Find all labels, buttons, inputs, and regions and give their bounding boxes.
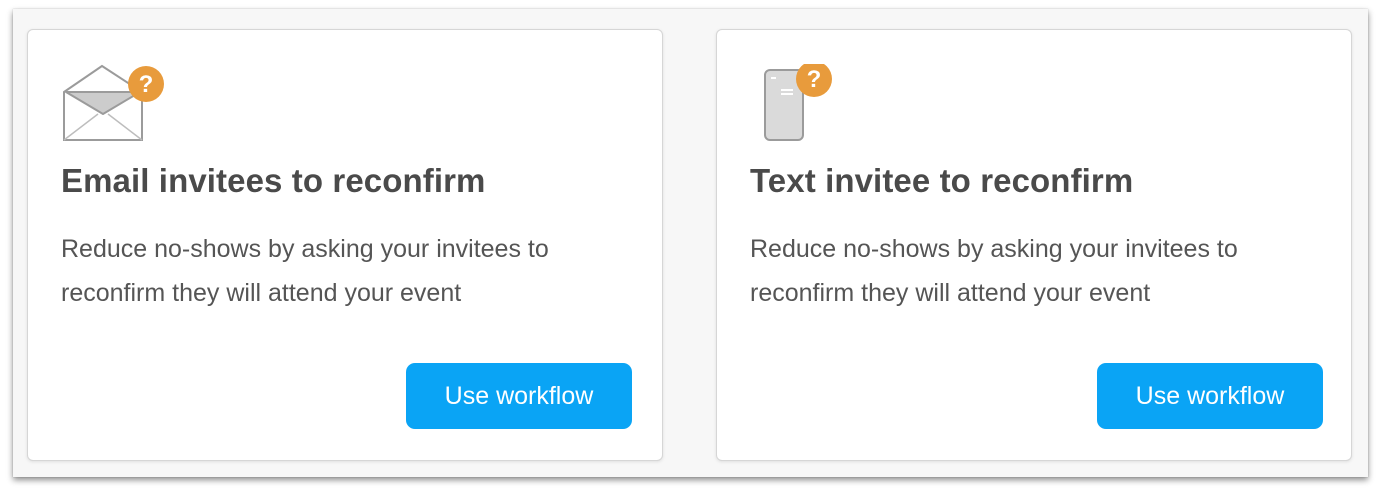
use-workflow-button[interactable]: Use workflow: [406, 363, 632, 429]
card-title: Email invitees to reconfirm: [61, 162, 486, 199]
email-question-icon: ?: [63, 64, 164, 141]
workflow-card-text: ? Text invitee to reconfirm Reduce no-sh…: [716, 29, 1352, 461]
svg-text:?: ?: [139, 71, 154, 98]
workflow-card-email: ? Email invitees to reconfirm Reduce no-…: [27, 29, 663, 461]
phone-question-icon: ?: [764, 64, 832, 141]
svg-text:?: ?: [807, 66, 822, 93]
card-title: Text invitee to reconfirm: [750, 162, 1134, 199]
card-description: Reduce no-shows by asking your invitees …: [61, 235, 549, 307]
use-workflow-button[interactable]: Use workflow: [1097, 363, 1323, 429]
card-description: Reduce no-shows by asking your invitees …: [750, 235, 1238, 307]
workflow-templates-panel: ? Email invitees to reconfirm Reduce no-…: [13, 9, 1368, 477]
